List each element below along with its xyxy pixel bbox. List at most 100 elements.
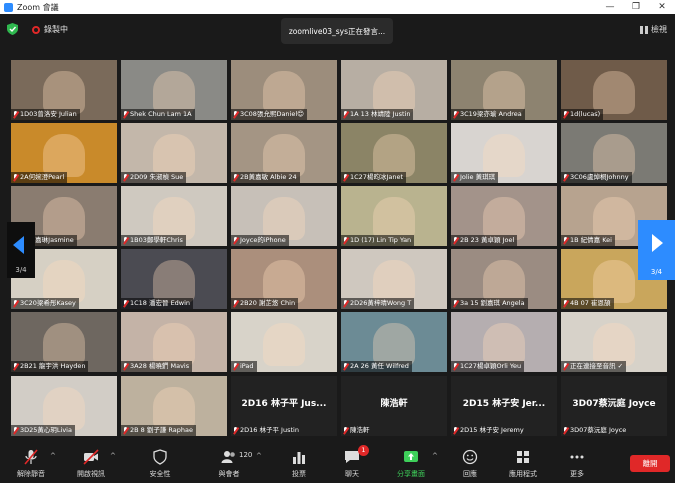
participant-name-label: 3C20梁希彤Kasey [11,298,79,309]
participant-tile[interactable]: 2B 23 黃卓穎 Joel [451,186,557,246]
security-button[interactable]: 安全性 [135,445,185,481]
muted-mic-icon [123,111,128,118]
participant-tile[interactable]: 2B20 謝芷悠 Chin [231,249,337,309]
title-bar: Zoom 會議 — ❐ ✕ [0,0,675,14]
muted-mic-icon [453,363,458,370]
chat-label: 聊天 [345,470,359,478]
participant-tile[interactable]: 2A何婉澄Pearl [11,123,117,183]
muted-mic-icon [24,449,38,465]
participant-tile[interactable]: 1C18 潘宏晉 Edwin [121,249,227,309]
reactions-button[interactable]: 回應 [445,445,495,481]
more-button[interactable]: 更多 [552,445,602,481]
participant-tile[interactable]: 2D09 朱淑楨 Sue [121,123,227,183]
participant-name: 2B20 謝芷悠 Chin [240,299,296,307]
participant-name: 2D16 林子平 Justin [240,426,299,434]
participant-name: 2B黃嘉敏 Albie 24 [240,173,297,181]
participant-name-label: 1D (17) Lin Tip Yan [341,235,415,246]
participant-tile[interactable]: 3C19梁亦瑜 Andrea [451,60,557,120]
participant-display-name: 2D15 林子安 Jer... [462,399,546,409]
polls-button[interactable]: 投票 [274,445,324,481]
participant-name-label: 3C06盧焯桐Johnny [561,172,632,183]
participant-tile[interactable]: 1D (17) Lin Tip Yan [341,186,447,246]
participant-tile[interactable]: Shek Chun Lam 1A [121,60,227,120]
participant-tile[interactable]: iPad [231,312,337,372]
share-screen-button[interactable]: 分享畫面 ^ [386,445,438,481]
close-button[interactable]: ✕ [649,0,675,14]
muted-mic-icon [453,427,458,434]
muted-mic-icon [233,111,238,118]
muted-mic-icon [563,363,568,370]
participant-tile[interactable]: 2D26黃梓晴Wong T [341,249,447,309]
participant-name: 2B 23 黃卓穎 Joel [460,236,515,244]
chevron-up-icon[interactable]: ^ [432,452,438,460]
participant-name-label: 2B 23 黃卓穎 Joel [451,235,518,246]
participant-tile[interactable]: Jolie 黃琪琪 [451,123,557,183]
previous-page-button[interactable]: 3/4 [7,222,35,278]
participant-tile[interactable]: 2D16 林子平 Jus... 2D16 林子平 Justin [231,376,337,436]
participant-name-label: 2D26黃梓晴Wong T [341,298,415,309]
unmute-button[interactable]: 解除靜音 ^ [6,445,56,481]
participant-name: 2B21 龍宇洪 Hayden [20,362,86,370]
muted-mic-icon [343,363,348,370]
participant-tile[interactable]: 3C06盧焯桐Johnny [561,123,667,183]
participant-name: 1d(lucas) [570,110,601,118]
participant-name: Shek Chun Lam 1A [130,110,192,118]
view-button[interactable]: 檢視 [640,24,667,35]
participant-name: 陳浩軒 [350,426,370,434]
participant-tile[interactable]: 1D03曾洛安 Julian [11,60,117,120]
participant-name: iPad [240,362,254,370]
participant-name-label: 1C27楊卓穎Orli Yeu [451,361,525,372]
participant-name: 2D15 林子安 Jeremy [460,426,524,434]
start-video-button[interactable]: 開啟視訊 ^ [66,445,116,481]
participant-tile[interactable]: 1d(lucas) [561,60,667,120]
participant-name: 3C19梁亦瑜 Andrea [460,110,522,118]
participant-tile[interactable]: 正在連接至音訊 ✓ [561,312,667,372]
participant-tile[interactable]: 2B21 龍宇洪 Hayden [11,312,117,372]
participant-tile[interactable]: 2B 8 劉子謙 Raphae [121,376,227,436]
participant-tile[interactable]: 1C27楊卓穎Orli Yeu [451,312,557,372]
participant-tile[interactable]: 1B03鄭學軒Chris [121,186,227,246]
more-dots-icon [570,455,584,459]
participant-tile[interactable]: 3A28 楊曉鍆 Mavis [121,312,227,372]
participant-name: 3C08張允熙Daniel😊 [240,110,304,118]
meeting-top-bar: 錄製中 zoomlive03_sys正在發言... 檢視 [0,14,675,44]
apps-button[interactable]: 應用程式 [498,445,548,481]
muted-mic-icon [343,237,348,244]
participant-tile[interactable]: 2B黃嘉敏 Albie 24 [231,123,337,183]
polls-icon [293,452,305,464]
participant-name-label: 3C08張允熙Daniel😊 [231,109,307,120]
window-controls: — ❐ ✕ [597,0,675,14]
participant-tile[interactable]: 陳浩軒 陳浩軒 [341,376,447,436]
participant-name: Jolie 黃琪琪 [460,173,496,181]
participant-tile[interactable]: 1A 13 林靖陸 Justin [341,60,447,120]
leave-meeting-button[interactable]: 離開 [630,455,670,472]
participant-tile[interactable]: Joyce的iPhone [231,186,337,246]
maximize-button[interactable]: ❐ [623,0,649,14]
participant-tile[interactable]: 1C27楊昀冰Janet [341,123,447,183]
security-shield-icon[interactable] [7,23,18,35]
participant-name: 1B 紀倩嘉 Kei [570,236,612,244]
muted-mic-icon [233,363,238,370]
muted-mic-icon [233,427,238,434]
participant-tile[interactable]: 2D15 林子安 Jer... 2D15 林子安 Jeremy [451,376,557,436]
chevron-up-icon[interactable]: ^ [256,452,262,460]
minimize-button[interactable]: — [597,0,623,14]
participant-tile[interactable]: 3D07蔡沅庭 Joyce 3D07蔡沅庭 Joyce [561,376,667,436]
participant-tile[interactable]: 3C08張允熙Daniel😊 [231,60,337,120]
recording-indicator[interactable]: 錄製中 [32,24,68,35]
chevron-up-icon[interactable]: ^ [110,452,116,460]
participant-name-label: 3a 15 劉嘉琪 Angela [451,298,528,309]
view-label: 檢視 [651,25,667,34]
participant-name: 1D (17) Lin Tip Yan [350,236,412,244]
chat-button[interactable]: 1 聊天 [327,445,377,481]
apps-label: 應用程式 [509,470,537,478]
participant-name: 3D25黃心玥Livia [20,426,72,434]
participant-tile[interactable]: 3D25黃心玥Livia [11,376,117,436]
participant-name: 3D07蔡沅庭 Joyce [570,426,627,434]
participants-button[interactable]: 120 與會者 ^ [204,445,262,481]
next-page-button[interactable]: 3/4 [638,220,675,280]
participant-name-label: Joyce的iPhone [231,235,289,246]
participant-tile[interactable]: 3a 15 劉嘉琪 Angela [451,249,557,309]
participant-tile[interactable]: 2A 26 黃任 Wilfred [341,312,447,372]
chevron-up-icon[interactable]: ^ [50,452,56,460]
